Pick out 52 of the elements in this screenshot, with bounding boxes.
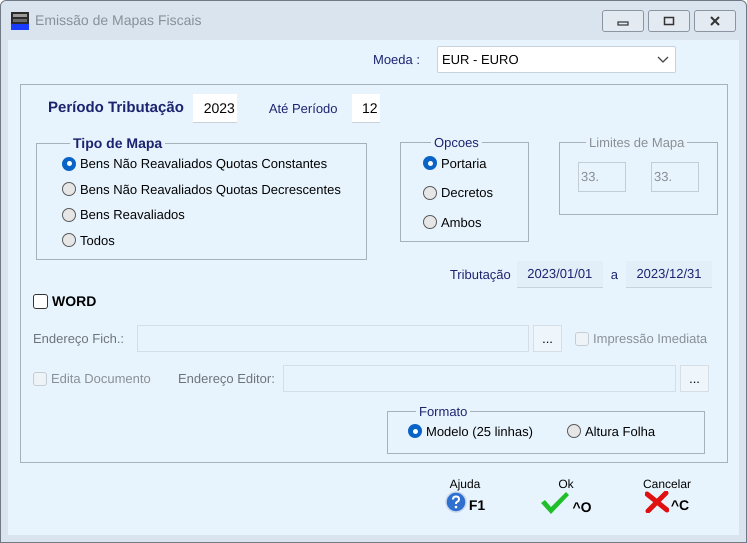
group-title: Formato [418, 403, 468, 421]
option-label: Altura Folha [584, 422, 656, 440]
caret-icon [657, 56, 669, 64]
minimize-button[interactable] [602, 10, 644, 32]
group-title: Tipo de Mapa [72, 134, 164, 153]
radio-button[interactable] [62, 208, 76, 222]
ok-button[interactable]: Ok ^O [533, 477, 599, 519]
cancel-button[interactable]: Cancelar ^C [634, 477, 700, 519]
help-icon [444, 491, 467, 513]
option-label: Bens Não Reavaliados Quotas Decrescentes [80, 180, 341, 198]
field-label: Tributação [450, 266, 511, 284]
field-label: Endereço Editor: [178, 370, 276, 388]
radio-button[interactable] [423, 215, 437, 230]
option-label: Bens Reavaliados [80, 206, 185, 224]
field-label: Moeda : [373, 50, 421, 69]
group-title: Limites de Mapa [588, 134, 686, 152]
field-label: Endereço Fich.: [33, 330, 126, 348]
radio-button[interactable] [62, 156, 76, 171]
option-label: Todos [80, 232, 115, 250]
option-label: Portaria [441, 154, 487, 172]
date-field[interactable]: 2023/01/01 [516, 261, 603, 288]
close-icon [709, 16, 721, 26]
checkbox[interactable] [33, 294, 48, 309]
radio-button[interactable] [423, 186, 437, 200]
radio-button[interactable] [423, 156, 437, 170]
field-label: Até Período [268, 100, 338, 118]
group-title: Opcoes [433, 134, 480, 152]
option-label: Decretos [441, 184, 494, 202]
radio-button[interactable] [62, 182, 76, 196]
currency-dropdown[interactable]: EUR - EURO [437, 46, 676, 73]
app-icon [11, 12, 29, 30]
help-button[interactable]: Ajuda F1 [432, 477, 498, 519]
cross-icon [644, 491, 669, 513]
radio-button[interactable] [62, 233, 76, 248]
option-label: Modelo (25 linhas) [426, 422, 533, 441]
date-field[interactable]: 2023/12/31 [626, 261, 712, 288]
field-label: a [610, 266, 618, 284]
radio-button[interactable] [408, 424, 422, 438]
check-icon [540, 491, 570, 515]
radio-button[interactable] [566, 424, 581, 438]
year-field[interactable]: 2023 [192, 94, 237, 123]
period-field[interactable]: 12 [352, 94, 380, 123]
maximize-icon [663, 16, 675, 26]
option-label: Ambos [441, 214, 482, 232]
checkbox-label: WORD [52, 292, 96, 311]
option-label: Bens Não Reavaliados Quotas Constantes [80, 155, 328, 173]
window-title: Emissão de Mapas Fiscais [35, 11, 202, 30]
checkbox-label: Impressão Imediata [593, 330, 708, 348]
maximize-button[interactable] [648, 10, 690, 32]
field-label: Período Tributação [48, 98, 184, 118]
close-button[interactable] [694, 10, 736, 32]
checkbox-label: Edita Documento [51, 370, 151, 388]
